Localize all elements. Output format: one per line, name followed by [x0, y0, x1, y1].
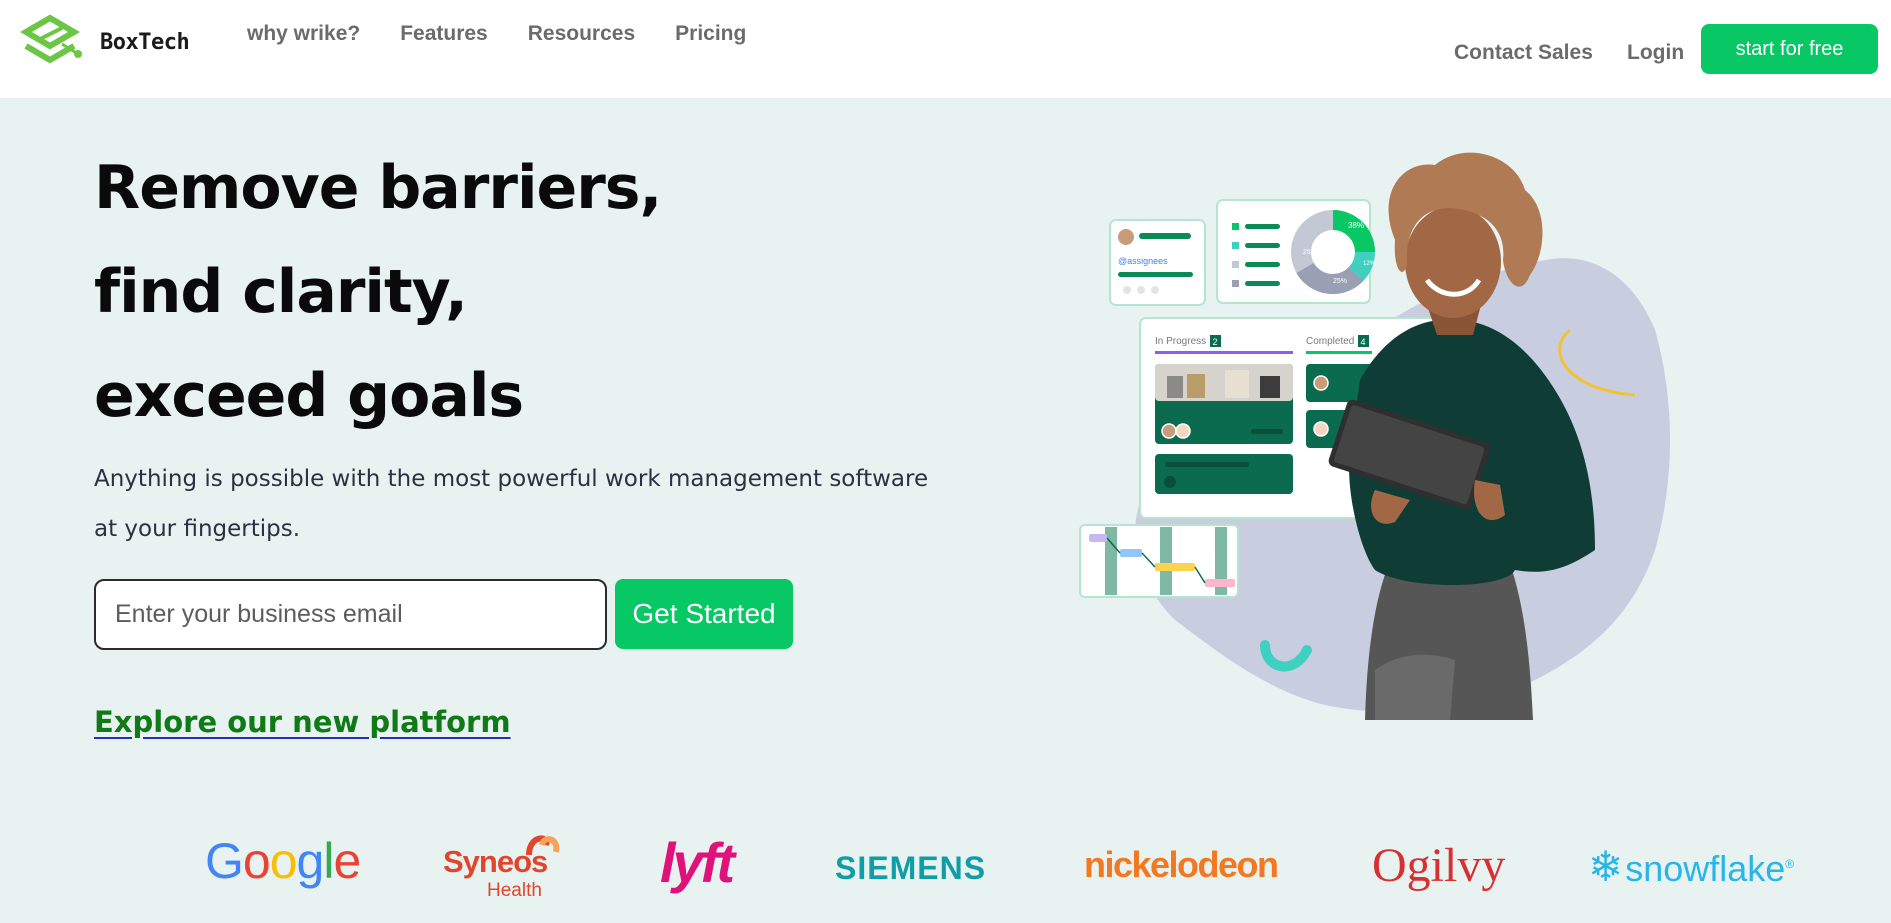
completed-count: 4 [1361, 337, 1366, 347]
snowflake-icon: ❄ [1588, 843, 1624, 890]
completed-label: Completed [1306, 336, 1354, 347]
headline-line-3: exceed goals [94, 361, 524, 431]
business-email-input[interactable] [94, 579, 607, 650]
in-progress-label: In Progress [1155, 336, 1206, 347]
get-started-button[interactable]: Get Started [615, 579, 793, 649]
contact-sales-link[interactable]: Contact Sales [1454, 41, 1593, 65]
headline-line-1: Remove barriers, [94, 153, 662, 223]
start-for-free-button[interactable]: start for free [1701, 24, 1878, 74]
nav-features[interactable]: Features [400, 22, 488, 46]
lyft-logo: lyft [660, 831, 735, 894]
site-header: BoxTech why wrike? Features Resources Pr… [0, 0, 1891, 98]
siemens-logo: SIEMENS [835, 850, 987, 886]
logo-icon [20, 14, 82, 64]
main-nav: why wrike? Features Resources Pricing [247, 22, 746, 46]
login-link[interactable]: Login [1627, 41, 1684, 65]
donut-label-3: 25% [1333, 278, 1347, 285]
nav-why-wrike[interactable]: why wrike? [247, 22, 360, 46]
donut-label-2: 25% [1303, 249, 1317, 256]
gantt-card [1079, 524, 1239, 598]
explore-platform-link[interactable]: Explore our new platform [94, 705, 511, 739]
ogilvy-logo: Ogilvy [1372, 839, 1506, 892]
syneos-health-subtext: Health [487, 880, 542, 901]
snowflake-logo-text: snowflake [1625, 848, 1786, 889]
nav-pricing[interactable]: Pricing [675, 22, 746, 46]
registered-mark: ® [1785, 857, 1795, 871]
google-letter: l [323, 833, 334, 889]
donut-label-1: 38% [1348, 221, 1364, 230]
google-logo-text: Google [205, 832, 361, 890]
customer-logos: Google Syneos Health lyft SIEMENS nickel… [0, 830, 1891, 910]
syneos-mark-icon [526, 835, 560, 856]
syneos-health-logo: Syneos [443, 835, 560, 880]
google-letter: o [269, 833, 298, 889]
boxtech-logo[interactable]: BoxTech [20, 14, 200, 74]
snowflake-logo: ❄snowflake® [1588, 842, 1794, 891]
in-progress-count: 2 [1213, 337, 1218, 347]
headline-line-2: find clarity, [94, 257, 468, 327]
google-letter: e [333, 833, 361, 889]
hero-illustration: @assignees 38% 25% 25% 12% In Progress 2… [1079, 152, 1670, 720]
chart-card: 38% 25% 25% 12% [1216, 199, 1376, 304]
nickelodeon-logo: nickelodeon [1084, 844, 1279, 885]
nav-resources[interactable]: Resources [528, 22, 635, 46]
hero-subtitle: Anything is possible with the most power… [94, 466, 929, 542]
donut-label-4: 12% [1363, 261, 1376, 267]
google-letter: g [296, 833, 325, 889]
google-letter: o [242, 833, 271, 889]
assignee-card: @assignees [1109, 219, 1206, 306]
google-logo: Google [205, 832, 361, 890]
assignee-tag: @assignees [1118, 256, 1168, 266]
hero-headline: Remove barriers, find clarity, exceed go… [94, 136, 662, 448]
google-letter: G [205, 833, 244, 889]
logo-text: BoxTech [100, 30, 190, 55]
